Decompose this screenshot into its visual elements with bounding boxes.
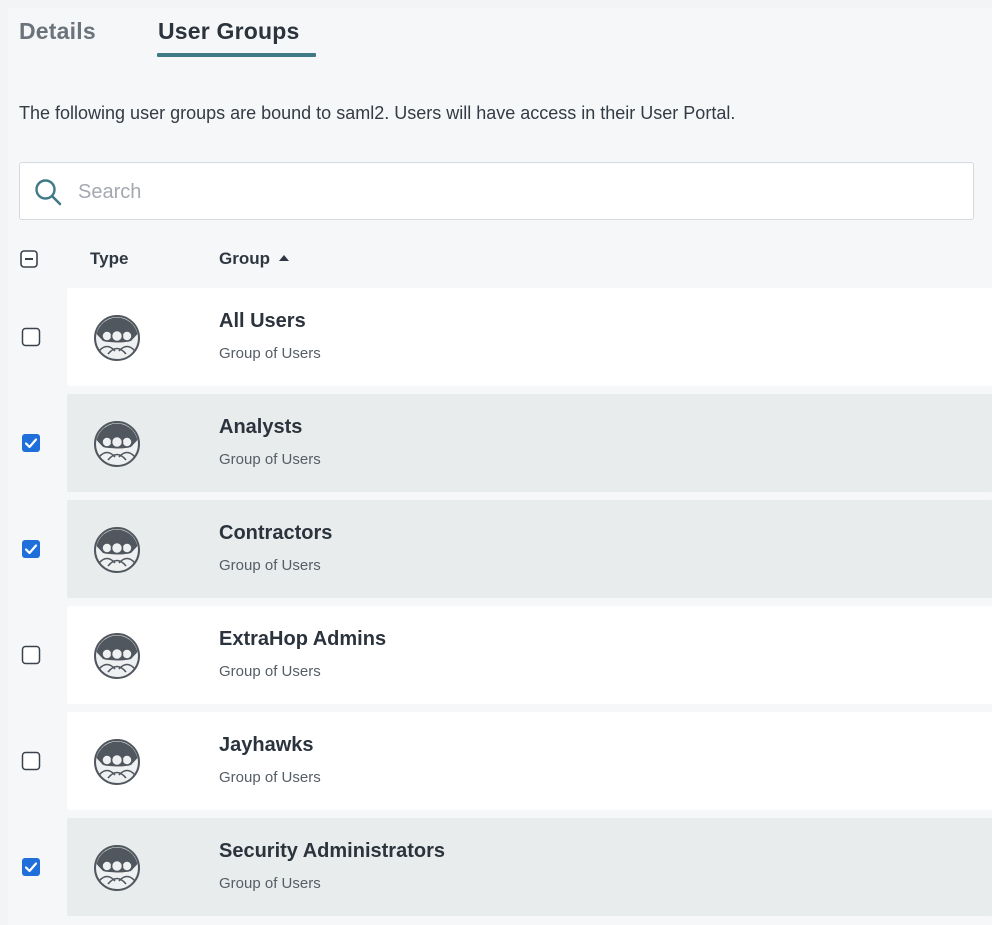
- group-card[interactable]: Security Administrators Group of Users: [67, 818, 992, 916]
- group-name: Security Administrators: [219, 840, 445, 862]
- row-checkbox-checked[interactable]: [21, 433, 41, 453]
- row-checkbox[interactable]: [21, 751, 41, 771]
- table-row[interactable]: Jayhawks Group of Users: [8, 712, 992, 810]
- column-header-group[interactable]: Group: [219, 249, 290, 269]
- group-name: All Users: [219, 310, 306, 332]
- table-row[interactable]: All Users Group of Users: [8, 288, 992, 386]
- user-group-icon: [94, 739, 140, 785]
- group-card[interactable]: Jayhawks Group of Users: [67, 712, 992, 810]
- group-card[interactable]: All Users Group of Users: [67, 288, 992, 386]
- user-group-icon: [94, 845, 140, 891]
- sort-ascending-icon: [279, 255, 289, 261]
- column-header-type[interactable]: Type: [90, 249, 128, 269]
- select-all-checkbox[interactable]: [20, 250, 38, 268]
- table-row[interactable]: Analysts Group of Users: [8, 394, 992, 492]
- user-groups-panel: Details User Groups The following user g…: [8, 8, 992, 925]
- tab-user-groups[interactable]: User Groups: [158, 18, 300, 45]
- group-type-label: Group of Users: [219, 557, 321, 574]
- table-row[interactable]: Security Administrators Group of Users: [8, 818, 992, 916]
- user-group-icon: [94, 421, 140, 467]
- group-name: Contractors: [219, 522, 333, 544]
- group-card[interactable]: Contractors Group of Users: [67, 500, 992, 598]
- tab-bar: Details User Groups: [8, 8, 992, 68]
- group-card[interactable]: ExtraHop Admins Group of Users: [67, 606, 992, 704]
- group-name: ExtraHop Admins: [219, 628, 387, 650]
- group-type-label: Group of Users: [219, 451, 321, 468]
- search-icon: [35, 179, 62, 206]
- search-input[interactable]: [76, 163, 960, 221]
- group-type-label: Group of Users: [219, 663, 321, 680]
- row-checkbox[interactable]: [21, 645, 41, 665]
- row-checkbox[interactable]: [21, 327, 41, 347]
- column-header-group-label: Group: [219, 249, 270, 268]
- group-name: Analysts: [219, 416, 303, 438]
- group-type-label: Group of Users: [219, 875, 321, 892]
- description-text: The following user groups are bound to s…: [19, 103, 736, 123]
- tab-details[interactable]: Details: [19, 18, 96, 45]
- user-group-icon: [94, 633, 140, 679]
- user-group-icon: [94, 527, 140, 573]
- table-row[interactable]: Contractors Group of Users: [8, 500, 992, 598]
- row-checkbox-checked[interactable]: [21, 539, 41, 559]
- active-tab-indicator: [157, 53, 316, 57]
- group-list: All Users Group of Users Analysts Group …: [8, 288, 992, 924]
- search-box[interactable]: [19, 162, 974, 221]
- group-name: Jayhawks: [219, 734, 314, 756]
- table-header: Type Group: [8, 240, 992, 280]
- row-checkbox-checked[interactable]: [21, 857, 41, 877]
- group-type-label: Group of Users: [219, 345, 321, 362]
- group-type-label: Group of Users: [219, 769, 321, 786]
- user-group-icon: [94, 315, 140, 361]
- table-row[interactable]: ExtraHop Admins Group of Users: [8, 606, 992, 704]
- group-card[interactable]: Analysts Group of Users: [67, 394, 992, 492]
